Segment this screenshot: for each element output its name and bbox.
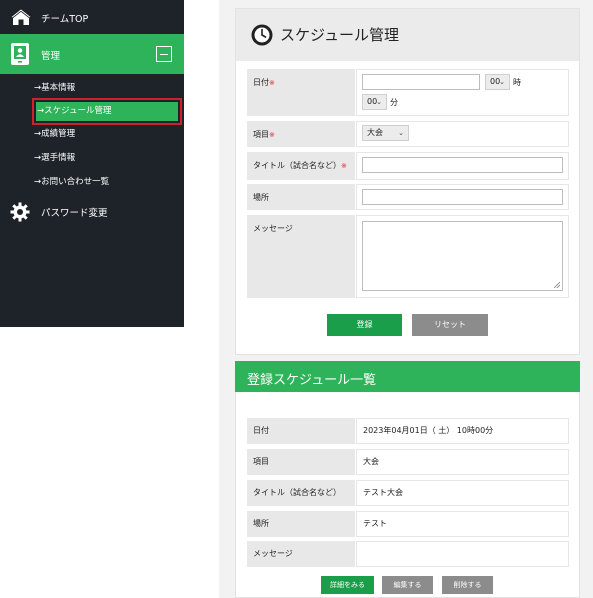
list-title-value: テスト大会 bbox=[356, 480, 569, 506]
sidebar-item-inquiries[interactable]: →お問い合わせ一覧 bbox=[34, 174, 109, 190]
sidebar-item-results[interactable]: →成績管理 bbox=[34, 126, 75, 142]
schedule-form-card: スケジュール管理 bbox=[235, 8, 580, 355]
required-mark: ※ bbox=[269, 131, 275, 139]
title-label-text: タイトル（試合名など） bbox=[253, 161, 341, 170]
detail-button[interactable]: 詳細をみる bbox=[321, 576, 374, 594]
list-message-value bbox=[356, 541, 569, 567]
chevron-down-icon: ⌄ bbox=[499, 78, 505, 86]
list-header: 登録スケジュール一覧 bbox=[235, 361, 580, 392]
clock-icon bbox=[251, 24, 273, 46]
minute-unit: 分 bbox=[390, 98, 398, 107]
item-select[interactable]: 大会 ⌄ bbox=[362, 125, 409, 141]
hour-unit: 時 bbox=[513, 78, 521, 87]
message-label-text: メッセージ bbox=[253, 224, 293, 233]
list-place-label: 場所 bbox=[247, 511, 355, 537]
chevron-down-icon: ⌄ bbox=[376, 98, 382, 106]
place-label: 場所 bbox=[247, 184, 355, 210]
date-label: 日付※ bbox=[247, 69, 355, 116]
date-input[interactable] bbox=[362, 74, 480, 90]
sidebar: チームTOP 管理 →基本情報 →スケジュール管理 →成績管理 →選手情報 →お… bbox=[0, 0, 184, 327]
item-label: 項目※ bbox=[247, 121, 355, 147]
form-header: スケジュール管理 bbox=[236, 9, 579, 61]
minute-select[interactable]: 00 ⌄ bbox=[362, 94, 387, 110]
resize-handle-icon[interactable] bbox=[554, 282, 560, 288]
sidebar-item-schedule-highlight: →スケジュール管理 bbox=[32, 98, 182, 125]
gear-icon bbox=[10, 202, 30, 222]
list-item-value: 大会 bbox=[356, 449, 569, 475]
message-label: メッセージ bbox=[247, 215, 355, 298]
sidebar-item-label: 管理 bbox=[41, 51, 61, 62]
list-title-label: タイトル（試合名など） bbox=[247, 480, 355, 506]
sidebar-item-team-top[interactable]: チームTOP bbox=[0, 0, 184, 34]
list-message-label: メッセージ bbox=[247, 541, 355, 567]
edit-button[interactable]: 編集する bbox=[382, 576, 433, 594]
home-icon bbox=[10, 8, 32, 25]
sidebar-item-schedule[interactable]: →スケジュール管理 bbox=[36, 102, 178, 121]
delete-button[interactable]: 削除する bbox=[442, 576, 493, 594]
list-date-label: 日付 bbox=[247, 418, 355, 444]
sidebar-item-admin[interactable]: 管理 bbox=[0, 34, 184, 74]
date-label-text: 日付 bbox=[253, 78, 269, 87]
required-mark: ※ bbox=[269, 79, 275, 87]
item-label-text: 項目 bbox=[253, 130, 269, 139]
place-label-text: 場所 bbox=[253, 193, 269, 202]
submit-button[interactable]: 登録 bbox=[327, 314, 402, 336]
chevron-down-icon: ⌄ bbox=[398, 129, 404, 137]
id-card-icon bbox=[11, 43, 29, 65]
title-label: タイトル（試合名など）※ bbox=[247, 152, 355, 180]
sidebar-item-basic-info[interactable]: →基本情報 bbox=[34, 80, 75, 96]
reset-button[interactable]: リセット bbox=[412, 314, 488, 336]
collapse-icon[interactable] bbox=[156, 46, 172, 62]
hour-select[interactable]: 00 ⌄ bbox=[485, 74, 510, 90]
sidebar-item-players[interactable]: →選手情報 bbox=[34, 150, 75, 166]
list-place-value: テスト bbox=[356, 511, 569, 537]
page-title: スケジュール管理 bbox=[280, 26, 399, 44]
sidebar-item-label: パスワード変更 bbox=[41, 208, 108, 219]
list-title: 登録スケジュール一覧 bbox=[247, 373, 377, 388]
place-input[interactable] bbox=[362, 189, 563, 205]
message-textarea[interactable] bbox=[362, 221, 563, 291]
item-select-value: 大会 bbox=[367, 128, 383, 137]
sidebar-item-label: チームTOP bbox=[41, 14, 89, 25]
title-input[interactable] bbox=[362, 157, 563, 173]
sidebar-item-password[interactable]: パスワード変更 bbox=[0, 200, 184, 224]
list-date-value: 2023年04月01日（ 土） 10時00分 bbox=[356, 418, 569, 444]
required-mark: ※ bbox=[341, 162, 347, 170]
list-item-label: 項目 bbox=[247, 449, 355, 475]
